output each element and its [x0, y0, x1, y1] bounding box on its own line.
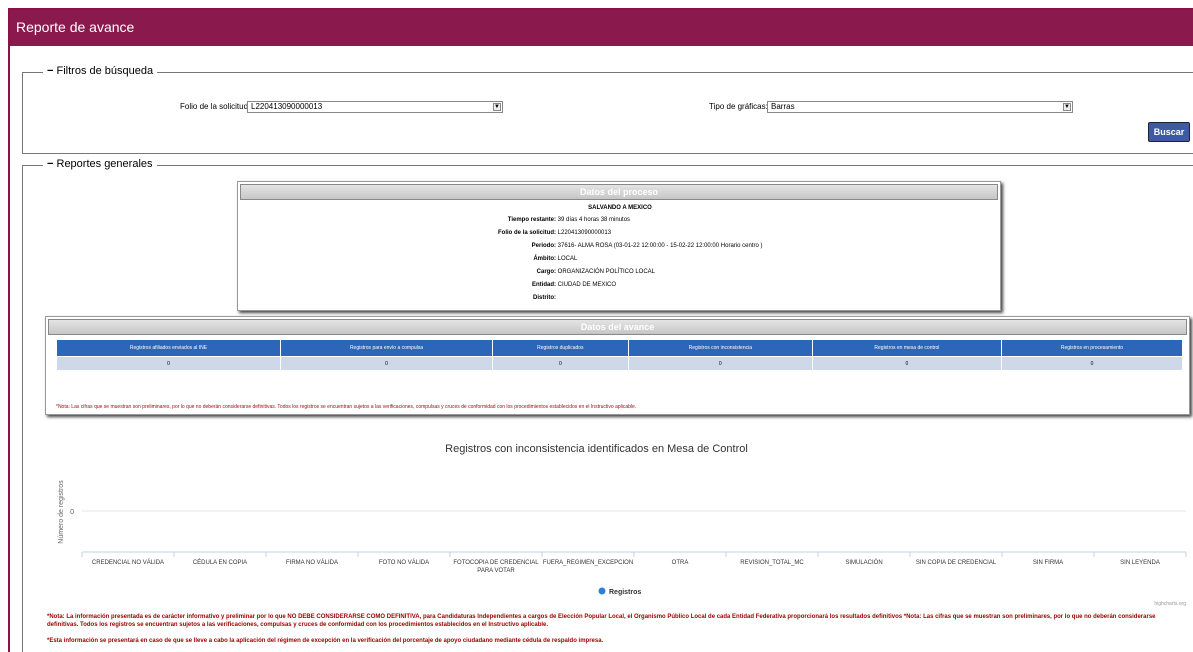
chevron-down-icon: ▼: [1063, 103, 1071, 111]
proceso-row-label: Cargo:: [536, 269, 556, 275]
grafica-value: Barras: [771, 102, 795, 111]
proceso-row-label: Tiempo restante:: [507, 217, 556, 223]
proceso-row-label: Ámbito:: [533, 256, 556, 262]
proceso-row-label: Periodo:: [531, 243, 556, 249]
proceso-row-value: LOCAL: [556, 256, 578, 262]
avance-panel: Datos del avance Registros afiliados env…: [45, 316, 1190, 415]
avance-value-cell: 0: [627, 356, 813, 371]
grafica-label: Tipo de gráficas:: [709, 102, 768, 111]
proceso-row-value: CIUDAD DE MEXICO: [556, 282, 617, 288]
avance-header-row: Registros afiliados enviados al INE Regis…: [56, 339, 1184, 357]
proceso-title: Datos del proceso: [240, 184, 998, 200]
proceso-name: SALVANDO A MEXICO: [588, 205, 652, 211]
avance-title: Datos del avance: [48, 319, 1187, 335]
proceso-row: Folio de la solicitud: L220413090000013: [456, 230, 611, 236]
avance-note: *Nota: Las cifras que se muestran son pr…: [56, 404, 637, 410]
avance-header-cell: Registros para envío a compulsa: [279, 339, 494, 357]
folio-select[interactable]: L220413090000013 ▼: [247, 101, 503, 113]
reports-legend: − Reportes generales: [43, 158, 157, 170]
folio-value: L220413090000013: [251, 102, 323, 111]
avance-value-cell: 0: [811, 356, 1002, 371]
proceso-row: Tiempo restante: 39 días 4 horas 38 minu…: [456, 217, 630, 223]
filters-legend-text: Filtros de búsqueda: [56, 65, 154, 77]
chevron-down-icon: ▼: [493, 103, 501, 111]
proceso-row-value: L220413090000013: [556, 230, 612, 236]
folio-label: Folio de la solicitud:: [180, 102, 251, 111]
proceso-row-label: Distrito:: [533, 295, 556, 301]
proceso-row: Cargo: ORGANIZACIÓN POLÍTICO LOCAL: [456, 269, 655, 275]
proceso-row: Ámbito: LOCAL: [456, 256, 577, 262]
avance-value-row: 000000: [56, 356, 1184, 371]
proceso-row: Distrito:: [456, 295, 556, 301]
proceso-row: Entidad: CIUDAD DE MEXICO: [456, 282, 616, 288]
proceso-row-value: 37616- ALMA ROSA (03-01-22 12:00:00 - 15…: [556, 243, 763, 249]
page-title: Reporte de avance: [16, 19, 135, 35]
avance-value-cell: 0: [279, 356, 494, 371]
proceso-row-value: 39 días 4 horas 38 minutos: [556, 217, 631, 223]
filters-legend: − Filtros de búsqueda: [43, 65, 158, 77]
proceso-row-label: Entidad:: [532, 282, 556, 288]
proceso-panel: Datos del proceso SALVANDO A MEXICO Tiem…: [237, 181, 1001, 311]
avance-value-cell: 0: [1000, 356, 1184, 371]
avance-table: Registros afiliados enviados al INE Regis…: [56, 339, 1184, 371]
avance-header-cell: Registros con inconsistencia: [627, 339, 813, 357]
proceso-row: Periodo: 37616- ALMA ROSA (03-01-22 12:0…: [456, 243, 763, 249]
grafica-select[interactable]: Barras ▼: [767, 101, 1073, 113]
avance-value-cell: 0: [492, 356, 629, 371]
avance-value-cell: 0: [56, 356, 281, 371]
reports-legend-text: Reportes generales: [56, 158, 153, 170]
chart-title: Registros con inconsistencia identificad…: [445, 443, 748, 455]
search-button[interactable]: Buscar: [1148, 122, 1190, 142]
avance-header-cell: Registros en procesamiento: [1000, 339, 1184, 357]
avance-header-cell: Registros duplicados: [492, 339, 629, 357]
proceso-row-value: ORGANIZACIÓN POLÍTICO LOCAL: [556, 269, 656, 275]
filters-fieldset: − Filtros de búsqueda Folio de la solici…: [22, 65, 1193, 154]
proceso-row-label: Folio de la solicitud:: [497, 230, 556, 236]
footer-note-2: *Esta información se presentará en caso …: [47, 638, 604, 644]
avance-header-cell: Registros afiliados enviados al INE: [56, 339, 281, 357]
page-header: Reporte de avance: [10, 10, 1193, 46]
avance-header-cell: Registros en mesa de control: [811, 339, 1002, 357]
footer-note-1: *Nota: La información presentada es de c…: [47, 614, 1156, 628]
